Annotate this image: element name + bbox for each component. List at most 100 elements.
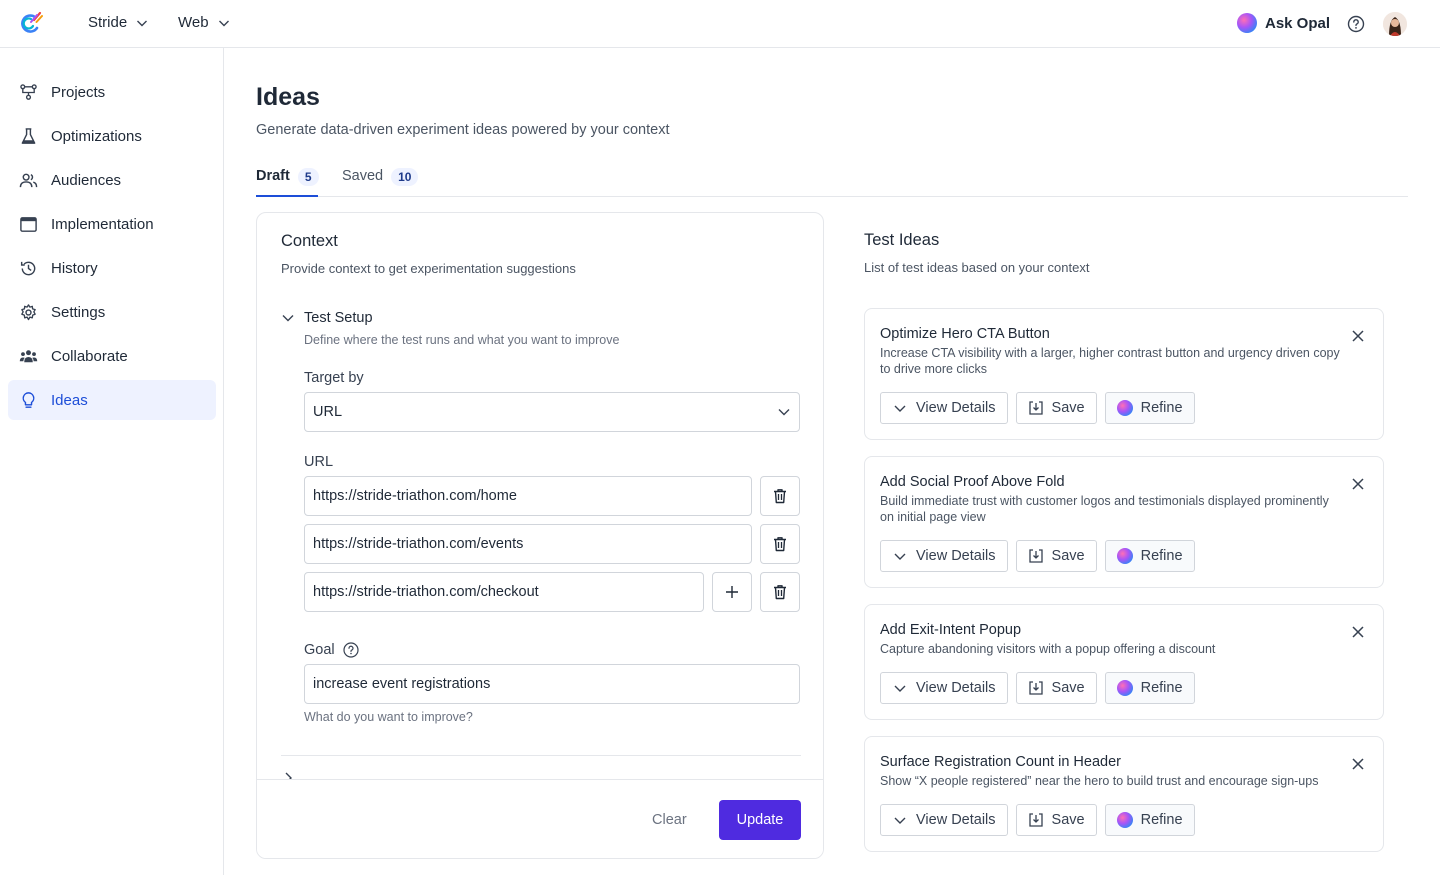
idea-title: Surface Registration Count in Header — [880, 754, 1121, 770]
trash-icon — [774, 537, 786, 552]
add-url-button[interactable] — [712, 572, 752, 612]
view-details-button[interactable]: View Details — [880, 540, 1008, 572]
button-label: Save — [1051, 548, 1085, 564]
trash-icon — [774, 585, 786, 600]
button-label: Save — [1051, 812, 1085, 828]
refine-button[interactable]: Refine — [1104, 672, 1195, 704]
idea-title: Optimize Hero CTA Button — [880, 326, 1050, 342]
update-button[interactable]: Update — [719, 800, 801, 840]
avatar-icon — [1383, 12, 1407, 36]
url-input-3[interactable] — [304, 572, 704, 612]
save-tray-icon — [1028, 549, 1043, 563]
project-switcher[interactable]: Stride — [88, 14, 148, 31]
view-details-button[interactable]: View Details — [880, 672, 1008, 704]
chevron-down-icon — [894, 685, 906, 692]
delete-url-button[interactable] — [760, 524, 800, 564]
sidebar-item-label: Collaborate — [51, 347, 128, 365]
save-button[interactable]: Save — [1015, 804, 1097, 836]
team-icon — [19, 349, 38, 362]
refine-button[interactable]: Refine — [1104, 540, 1195, 572]
sidebar-item-optimizations[interactable]: Optimizations — [8, 116, 216, 156]
platform-switcher[interactable]: Web — [178, 14, 230, 31]
target-by-select[interactable]: URL — [304, 392, 800, 432]
section-subtitle: Define where the test runs and what you … — [304, 333, 620, 347]
close-icon[interactable] — [1349, 755, 1367, 773]
close-icon[interactable] — [1349, 327, 1367, 345]
button-label: View Details — [916, 400, 996, 416]
chevron-down-icon — [282, 315, 294, 322]
save-tray-icon — [1028, 813, 1043, 827]
sidebar-item-history[interactable]: History — [8, 248, 216, 288]
sidebar-item-label: Audiences — [51, 171, 122, 189]
view-details-button[interactable]: View Details — [880, 804, 1008, 836]
sidebar-item-collaborate[interactable]: Collaborate — [8, 336, 216, 376]
save-button[interactable]: Save — [1015, 672, 1097, 704]
save-button[interactable]: Save — [1015, 540, 1097, 572]
delete-url-button[interactable] — [760, 476, 800, 516]
idea-card: Add Social Proof Above Fold Build immedi… — [864, 456, 1384, 588]
chevron-down-icon — [894, 817, 906, 824]
sidebar-item-label: Projects — [51, 83, 106, 101]
goal-input[interactable] — [304, 664, 800, 704]
test-setup-toggle[interactable]: Test Setup — [281, 310, 373, 326]
projects-icon — [20, 83, 37, 100]
top-bar: Stride Web Ask Opal — [0, 0, 1440, 48]
button-label: Save — [1051, 400, 1085, 416]
sidebar-item-label: Settings — [51, 303, 106, 321]
page-title: Ideas — [256, 83, 320, 111]
page-subtitle: Generate data-driven experiment ideas po… — [256, 122, 670, 138]
save-tray-icon — [1028, 681, 1043, 695]
section-divider — [281, 755, 801, 756]
url-input-1[interactable] — [304, 476, 752, 516]
window-icon — [20, 216, 37, 232]
close-icon[interactable] — [1349, 475, 1367, 493]
chevron-down-icon — [778, 409, 790, 416]
sidebar-item-ideas[interactable]: Ideas — [8, 380, 216, 420]
target-by-label: Target by — [304, 370, 364, 386]
tab-draft[interactable]: Draft 5 — [256, 160, 319, 197]
target-by-value: URL — [313, 404, 343, 420]
flask-icon — [21, 127, 36, 144]
ask-opal-button[interactable]: Ask Opal — [1237, 13, 1330, 33]
chevron-down-icon — [137, 20, 148, 26]
idea-actions: View Details Save Refine — [880, 540, 1195, 572]
url-label: URL — [304, 454, 334, 470]
chevron-down-icon — [218, 20, 229, 26]
tab-saved[interactable]: Saved 10 — [342, 160, 419, 197]
save-button[interactable]: Save — [1015, 392, 1097, 424]
tab-label: Draft — [256, 168, 290, 184]
context-title: Context — [281, 232, 338, 250]
idea-card: Add Exit-Intent Popup Capture abandoning… — [864, 604, 1384, 720]
test-ideas-title: Test Ideas — [864, 231, 940, 249]
sidebar-item-audiences[interactable]: Audiences — [8, 160, 216, 200]
idea-description: Show “X people registered” near the hero… — [880, 774, 1319, 788]
user-avatar[interactable] — [1383, 12, 1407, 36]
sidebar-item-implementation[interactable]: Implementation — [8, 204, 216, 244]
goal-label-text: Goal — [304, 642, 335, 658]
close-icon[interactable] — [1349, 623, 1367, 641]
clear-button[interactable]: Clear — [652, 812, 687, 828]
sidebar-item-projects[interactable]: Projects — [8, 72, 216, 112]
idea-actions: View Details Save Refine — [880, 672, 1195, 704]
button-label: Refine — [1140, 812, 1183, 828]
chevron-down-icon — [894, 405, 906, 412]
url-input-2[interactable] — [304, 524, 752, 564]
sidebar-item-settings[interactable]: Settings — [8, 292, 216, 332]
refine-button[interactable]: Refine — [1104, 392, 1195, 424]
tab-count-badge: 5 — [297, 168, 319, 186]
help-icon[interactable] — [343, 642, 359, 658]
idea-title: Add Exit-Intent Popup — [880, 622, 1022, 638]
plus-icon — [726, 586, 738, 598]
app-logo-icon[interactable] — [17, 11, 43, 37]
idea-card: Optimize Hero CTA Button Increase CTA vi… — [864, 308, 1384, 440]
sidebar-item-label: Ideas — [51, 391, 88, 409]
delete-url-button[interactable] — [760, 572, 800, 612]
save-tray-icon — [1028, 401, 1043, 415]
help-icon[interactable] — [1347, 15, 1365, 33]
refine-button[interactable]: Refine — [1104, 804, 1195, 836]
opal-orb-icon — [1116, 400, 1133, 416]
history-icon — [20, 261, 36, 275]
idea-description: Capture abandoning visitors with a popup… — [880, 642, 1216, 656]
view-details-button[interactable]: View Details — [880, 392, 1008, 424]
opal-orb-icon — [1116, 680, 1133, 696]
